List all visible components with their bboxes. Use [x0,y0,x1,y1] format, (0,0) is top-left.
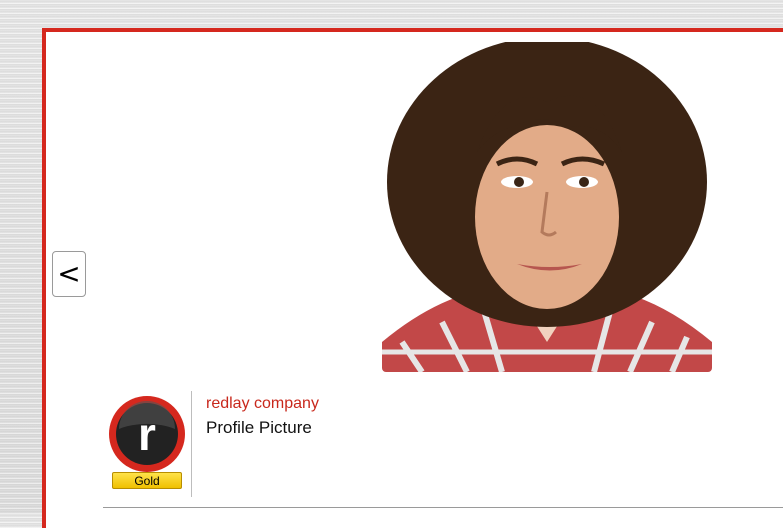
vertical-divider [191,391,192,497]
redlay-logo-icon: r [109,396,185,472]
company-name-link[interactable]: redlay company [206,395,319,413]
photo-caption: Profile Picture [206,418,312,437]
avatar-letter: r [138,408,156,460]
previous-photo-button[interactable]: < [52,251,86,297]
company-avatar[interactable]: r Gold [107,394,187,494]
profile-photo[interactable] [382,42,712,372]
horizontal-divider [103,507,783,508]
profile-photo-image [382,42,712,372]
gold-badge: Gold [112,472,182,489]
